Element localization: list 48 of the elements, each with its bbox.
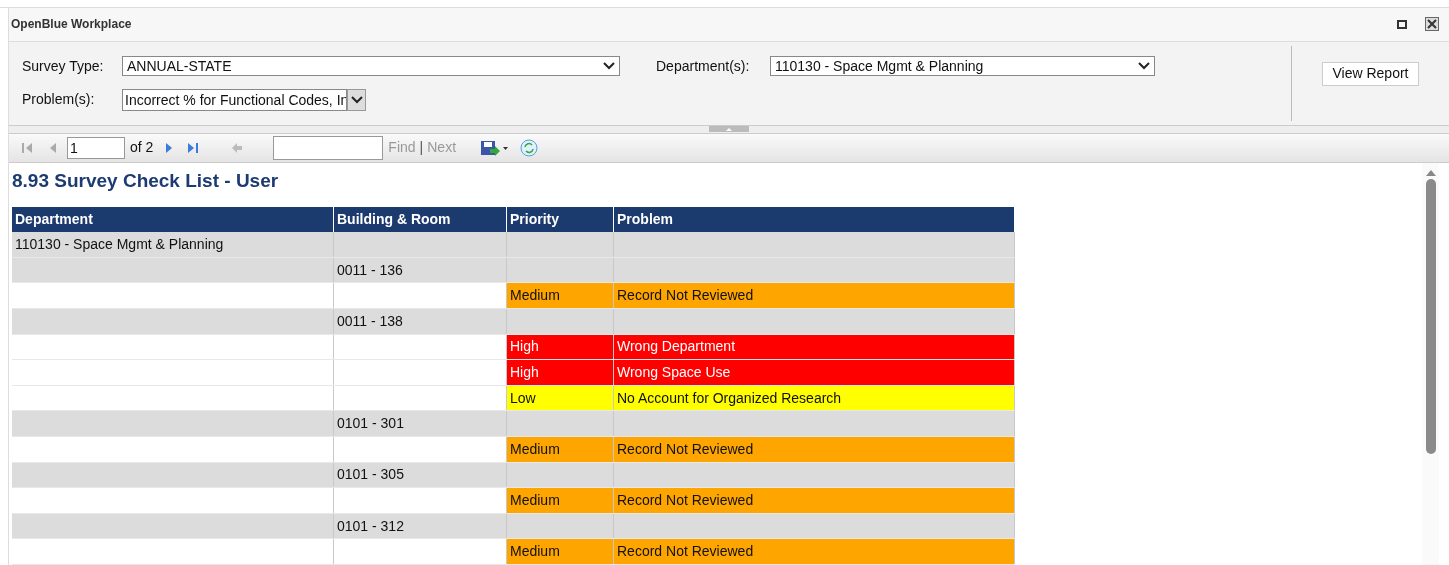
- scrollbar-thumb[interactable]: [1425, 178, 1436, 454]
- chevron-down-icon: [350, 96, 363, 104]
- last-page-icon[interactable]: [187, 141, 200, 154]
- table-cell: Low: [507, 385, 614, 411]
- separator-text: |: [419, 138, 424, 158]
- table-cell: Medium: [507, 539, 614, 564]
- table-cell: Wrong Space Use: [614, 360, 1015, 385]
- table-cell: Medium: [507, 488, 614, 513]
- find-field[interactable]: [273, 135, 384, 160]
- page-number-field[interactable]: 1: [67, 136, 125, 159]
- table-cell: 0101 - 305: [334, 462, 507, 488]
- field-label: Department(s):: [656, 57, 751, 76]
- refresh-icon[interactable]: [520, 138, 539, 157]
- dropdown-field[interactable]: 110130 - Space Mgmt & Planning: [770, 56, 1155, 77]
- back-arrow-icon[interactable]: [231, 141, 244, 154]
- table-cell: Record Not Reviewed: [614, 488, 1015, 513]
- table-cell: Record Not Reviewed: [614, 437, 1015, 462]
- previous-page-icon[interactable]: [49, 141, 57, 154]
- table-cell: 110130 - Space Mgmt & Planning: [12, 232, 334, 257]
- window-title: OpenBlue Workplace: [11, 16, 132, 34]
- save-icon[interactable]: [480, 139, 509, 156]
- dropdown-field[interactable]: ANNUAL-STATE: [122, 56, 620, 77]
- collapse-handle-icon[interactable]: [709, 125, 749, 132]
- table-cell: 0011 - 138: [334, 309, 507, 334]
- chevron-down-icon: [1138, 62, 1150, 71]
- table-cell: High: [507, 334, 614, 360]
- field-label: Problem(s):: [22, 90, 96, 110]
- close-icon[interactable]: [1425, 17, 1439, 32]
- table-cell: No Account for Organized Research: [614, 385, 1015, 411]
- table-cell: Record Not Reviewed: [614, 539, 1015, 564]
- table-cell: Medium: [507, 283, 614, 309]
- report-title: 8.93 Survey Check List - User: [12, 168, 280, 193]
- table-cell: Medium: [507, 437, 614, 462]
- table-cell: 0101 - 312: [334, 513, 507, 539]
- scroll-up-icon[interactable]: [1425, 168, 1436, 176]
- table-cell: Wrong Department: [614, 334, 1015, 360]
- table-cell: Record Not Reviewed: [614, 283, 1015, 309]
- page-count: of 2: [130, 138, 154, 158]
- view-report-button[interactable]: View Report: [1322, 62, 1419, 86]
- scrollbar[interactable]: [1422, 162, 1439, 565]
- chevron-down-icon: [603, 62, 615, 71]
- table-cell: 0101 - 301: [334, 411, 507, 436]
- next-page-icon[interactable]: [165, 141, 174, 154]
- maximize-icon[interactable]: [1397, 20, 1407, 29]
- field-label: Survey Type:: [22, 57, 105, 76]
- first-page-icon[interactable]: [21, 141, 33, 154]
- table-cell: 0011 - 136: [334, 257, 507, 283]
- table-cell: High: [507, 360, 614, 385]
